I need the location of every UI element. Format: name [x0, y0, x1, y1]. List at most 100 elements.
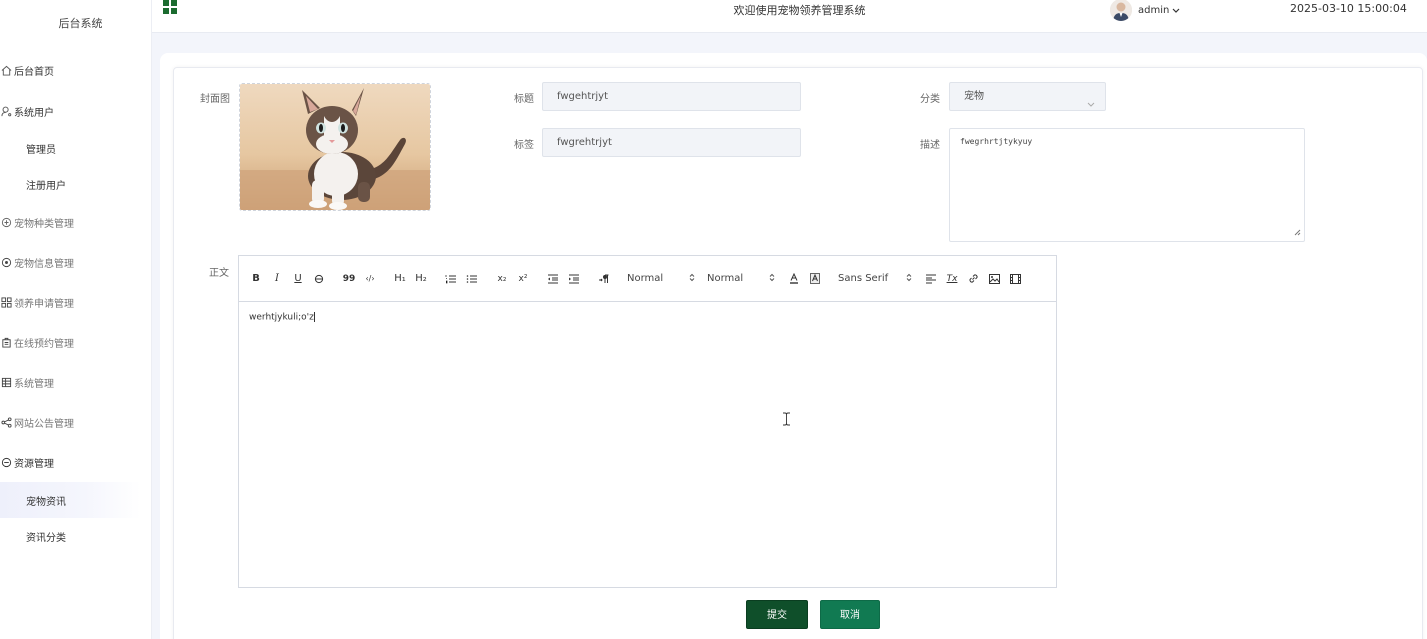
- editor-content[interactable]: werhtjykuli;o'z: [239, 302, 1056, 333]
- h1-button[interactable]: H₁: [393, 269, 407, 289]
- header-datetime: 2025-03-10 15:00:04: [1290, 2, 1407, 15]
- video-button[interactable]: [1008, 269, 1022, 289]
- background-color-icon: [810, 273, 820, 284]
- title-input[interactable]: fwgehtrjyt: [542, 82, 801, 111]
- sidebar-logo: 后台系统: [58, 17, 103, 30]
- user-icon: [0, 105, 12, 117]
- body-label: 正文: [209, 268, 229, 279]
- sidebar-item-system-admin[interactable]: 系统管理: [0, 362, 151, 402]
- subscript-button[interactable]: x₂: [495, 269, 509, 289]
- apps-icon: [0, 296, 12, 308]
- text-cursor-icon: [782, 412, 791, 429]
- font-color-icon: [790, 273, 798, 284]
- chevron-down-icon: [1087, 92, 1095, 119]
- ordered-list-button[interactable]: [444, 269, 458, 289]
- title-label: 标题: [514, 94, 534, 105]
- align-button[interactable]: [924, 269, 938, 289]
- sidebar-menu: 后台首页 系统用户 管理员 注册用户 宠物种类管理 宠物信息管理 领养申请管理 …: [0, 48, 151, 554]
- sidebar-item-admins[interactable]: 管理员: [0, 130, 151, 166]
- user-name: admin: [1138, 4, 1170, 16]
- sidebar-item-registered-users[interactable]: 注册用户: [0, 166, 151, 202]
- bullet-list-button[interactable]: [465, 269, 479, 289]
- ordered-list-icon: [445, 274, 456, 283]
- resize-handle-icon[interactable]: [1294, 229, 1301, 238]
- size-select-value: Normal: [627, 273, 664, 284]
- cover-image-upload[interactable]: [239, 83, 431, 211]
- clipboard-icon: [0, 336, 12, 348]
- avatar: [1110, 0, 1132, 21]
- strike-icon: [314, 274, 324, 283]
- sidebar-item-label: 领养申请管理: [14, 298, 74, 310]
- sidebar-item-news-categories[interactable]: 资讯分类: [0, 518, 151, 554]
- h2-button[interactable]: H₂: [414, 269, 428, 289]
- sidebar-item-pet-news[interactable]: 宠物资讯: [0, 482, 141, 518]
- clock-icon: [0, 456, 12, 468]
- sidebar-item-online-booking[interactable]: 在线预约管理: [0, 322, 151, 362]
- sidebar-item-label: 宠物资讯: [26, 496, 66, 508]
- tags-label: 标签: [514, 140, 534, 151]
- sidebar-item-label: 系统用户: [14, 107, 54, 119]
- tags-input[interactable]: fwgrehtrjyt: [542, 128, 801, 157]
- category-label: 分类: [920, 94, 940, 105]
- font-family-value: Sans Serif: [838, 273, 889, 284]
- underline-button[interactable]: U: [291, 269, 305, 289]
- text-direction-button[interactable]: [597, 269, 611, 289]
- sidebar-item-adoption-requests[interactable]: 领养申请管理: [0, 282, 151, 322]
- updown-icon: [689, 273, 695, 285]
- table-icon: [0, 376, 12, 388]
- chevron-down-icon: [1172, 3, 1180, 17]
- sidebar-item-home[interactable]: 后台首页: [0, 48, 151, 92]
- italic-button[interactable]: I: [270, 269, 284, 289]
- cat-photo: [240, 84, 430, 210]
- bold-button[interactable]: B: [249, 269, 263, 289]
- category-select[interactable]: 宠物: [949, 82, 1106, 111]
- sidebar-item-pet-types[interactable]: 宠物种类管理: [0, 202, 151, 242]
- size-select[interactable]: Normal: [627, 273, 695, 285]
- sidebar-item-label: 后台首页: [14, 66, 54, 78]
- sidebar-item-system-users[interactable]: 系统用户: [0, 92, 151, 130]
- description-text: fwegrhrtjtykyuy: [960, 137, 1033, 146]
- sidebar-item-pet-info[interactable]: 宠物信息管理: [0, 242, 151, 282]
- share-icon: [0, 416, 12, 428]
- sidebar-item-resources[interactable]: 资源管理: [0, 442, 151, 482]
- strike-button[interactable]: [312, 269, 326, 289]
- header-select[interactable]: Normal: [707, 273, 775, 285]
- outdent-button[interactable]: [546, 269, 560, 289]
- sidebar-item-announcements[interactable]: 网站公告管理: [0, 402, 151, 442]
- sidebar-item-label: 系统管理: [14, 378, 54, 390]
- sidebar-item-label: 资讯分类: [26, 532, 66, 544]
- cancel-button[interactable]: 取消: [820, 600, 880, 629]
- submit-button[interactable]: 提交: [746, 600, 808, 629]
- description-textarea[interactable]: fwegrhrtjtykyuy: [949, 128, 1305, 242]
- desc-label: 描述: [920, 140, 940, 151]
- outdent-icon: [548, 274, 558, 283]
- updown-icon: [906, 273, 912, 285]
- bullet-list-icon: [466, 274, 477, 283]
- updown-icon: [769, 273, 775, 285]
- image-button[interactable]: [987, 269, 1001, 289]
- editor-toolbar: B I U 99 ‹/› H₁ H₂ x₂ x² Normal Normal S…: [239, 256, 1056, 302]
- paw-icon: [0, 216, 12, 228]
- header-select-value: Normal: [707, 273, 744, 284]
- info-icon: [0, 256, 12, 268]
- font-color-button[interactable]: [787, 269, 801, 289]
- blockquote-button[interactable]: 99: [342, 269, 356, 289]
- indent-button[interactable]: [567, 269, 581, 289]
- sidebar-item-label: 资源管理: [14, 458, 54, 470]
- clean-format-button[interactable]: Tx: [945, 269, 959, 289]
- superscript-button[interactable]: x²: [516, 269, 530, 289]
- cover-label: 封面图: [200, 94, 230, 105]
- sidebar-item-label: 网站公告管理: [14, 418, 74, 430]
- sidebar-item-label: 在线预约管理: [14, 338, 74, 350]
- category-value: 宠物: [964, 91, 984, 102]
- home-icon: [0, 64, 12, 76]
- image-icon: [988, 273, 1000, 284]
- link-button[interactable]: [966, 269, 980, 289]
- font-family-select[interactable]: Sans Serif: [838, 273, 912, 285]
- sidebar-item-label: 注册用户: [26, 180, 66, 192]
- code-block-button[interactable]: ‹/›: [363, 269, 377, 289]
- background-color-button[interactable]: [808, 269, 822, 289]
- sidebar-item-label: 宠物信息管理: [14, 258, 74, 270]
- text-caret: [313, 312, 315, 322]
- user-menu[interactable]: admin: [1110, 0, 1180, 21]
